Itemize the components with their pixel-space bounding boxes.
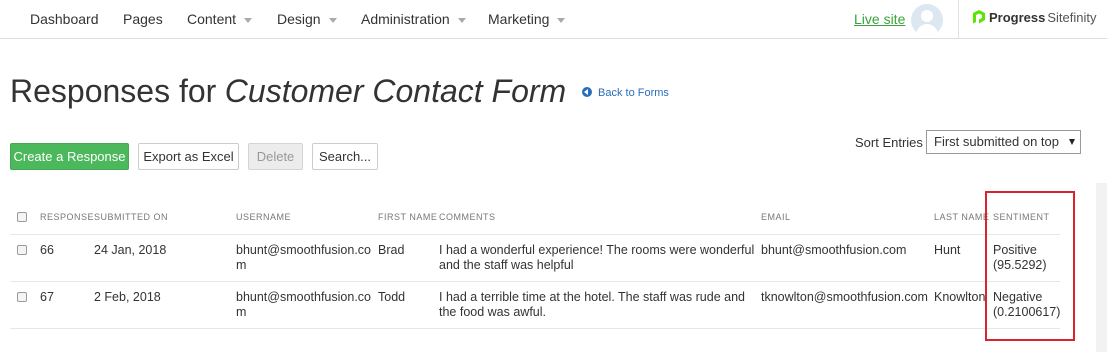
cell-last-name: Knowlton [934,290,986,304]
page-title-form-name: Customer Contact Form [224,73,567,109]
cell-submitted-on: 24 Jan, 2018 [94,243,167,257]
back-to-forms-link[interactable]: Back to Forms [582,87,669,99]
nav-label: Design [277,11,321,27]
cell-comments: I had a terrible time at the hotel. The … [439,290,745,319]
cell-email: tknowlton@smoothfusion.com [761,290,928,304]
row-divider [10,281,1060,282]
nav-label: Pages [123,11,163,27]
column-header-submitted-on[interactable]: SUBMITTED ON [94,212,168,222]
page-title: Responses for Customer Contact Form [10,73,566,110]
export-excel-button[interactable]: Export as Excel [138,143,239,170]
divider [958,0,959,39]
nav-administration[interactable]: Administration [361,11,466,27]
cell-response: 66 [40,243,54,257]
column-header-last-name[interactable]: LAST NAME [934,212,989,222]
row-divider [10,234,1060,235]
user-icon[interactable] [911,4,943,36]
cell-email: bhunt@smoothfusion.com [761,243,907,257]
delete-button[interactable]: Delete [248,143,303,170]
chevron-down-icon [557,17,566,23]
cell-submitted-on: 2 Feb, 2018 [94,290,161,304]
row-checkbox[interactable] [17,245,27,255]
nav-label: Dashboard [30,11,99,27]
progress-logo-icon [973,10,985,24]
nav-label: Content [187,11,237,27]
cell-comments: I had a wonderful experience! The rooms … [439,243,755,272]
row-divider [10,328,1060,329]
column-header-response[interactable]: RESPONSE [40,212,94,222]
back-arrow-icon [582,87,592,97]
sort-selected-value: First submitted on top [934,134,1059,149]
row-checkbox[interactable] [17,292,27,302]
nav-marketing[interactable]: Marketing [488,11,566,27]
cell-username: bhunt@smoothfusion.co m [236,290,371,319]
nav-dashboard[interactable]: Dashboard [30,11,99,27]
brand-logo: Progress Sitefinity [972,10,1097,25]
sort-entries-select[interactable]: First submitted on top [926,130,1081,154]
column-header-first-name[interactable]: FIRST NAME [378,212,437,222]
nav-content[interactable]: Content [187,11,253,27]
cell-last-name: Hunt [934,243,961,257]
create-response-button[interactable]: Create a Response [10,143,129,170]
sentiment-column-highlight [985,191,1075,341]
cell-first-name: Todd [378,290,406,304]
brand-product: Sitefinity [1047,10,1097,25]
nav-label: Administration [361,11,450,27]
chevron-down-icon [244,17,253,23]
chevron-down-icon [328,17,337,23]
page-title-prefix: Responses for [10,73,217,109]
chevron-down-icon [457,17,466,23]
cell-first-name: Brad [378,243,405,257]
vertical-scrollbar[interactable] [1096,183,1107,352]
brand-name: Progress [989,10,1046,25]
dropdown-arrow-icon [1069,139,1075,145]
top-navigation: Dashboard Pages Content Design Administr… [0,0,1107,39]
column-header-email[interactable]: EMAIL [761,212,791,222]
back-link-label: Back to Forms [598,87,669,99]
column-header-comments[interactable]: COMMENTS [439,212,496,222]
cell-response: 67 [40,290,54,304]
cell-username: bhunt@smoothfusion.co m [236,243,371,272]
column-header-username[interactable]: USERNAME [236,212,291,222]
nav-pages[interactable]: Pages [123,11,163,27]
live-site-link[interactable]: Live site [854,11,905,27]
search-button[interactable]: Search... [312,143,378,170]
nav-label: Marketing [488,11,550,27]
sort-entries-label: Sort Entries [855,135,923,150]
nav-design[interactable]: Design [277,11,337,27]
select-all-checkbox[interactable] [17,212,27,222]
